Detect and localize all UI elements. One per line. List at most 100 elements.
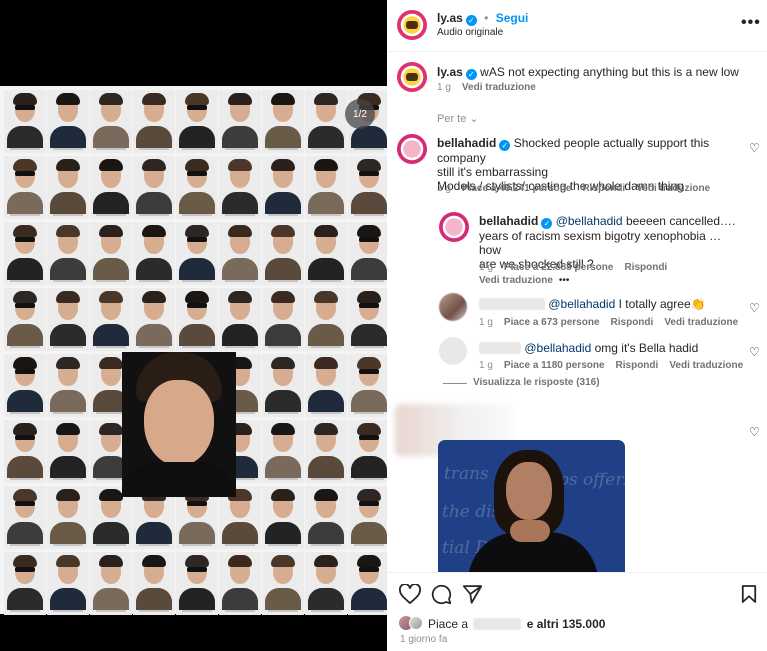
audio-label[interactable]: Audio originale	[437, 27, 503, 38]
headshot-thumbnail	[219, 156, 261, 219]
translate-button[interactable]: Vedi traduzione	[479, 275, 553, 286]
headshot-thumbnail	[47, 552, 89, 615]
view-replies-button[interactable]: Visualizza le risposte (316)	[473, 377, 600, 388]
author-avatar[interactable]	[397, 10, 427, 40]
reply-text: omg it's Bella hadid	[594, 341, 699, 355]
follow-button[interactable]: Segui	[496, 11, 529, 25]
mention-link[interactable]: @bellahadid	[524, 341, 591, 355]
image-text: trans	[444, 464, 489, 484]
headshot-thumbnail	[262, 222, 304, 285]
reply-likes[interactable]: Piace a 22.885 persone	[504, 262, 614, 273]
headshot-thumbnail	[219, 90, 261, 153]
headshot-thumbnail	[4, 552, 46, 615]
more-horizontal-icon[interactable]: •••	[741, 14, 761, 32]
post-header: ly.as ✓ • Segui Audio originale •••	[387, 0, 767, 52]
headshot-thumbnail	[305, 222, 347, 285]
redacted-username	[479, 298, 545, 310]
reply-meta: 1 g Piace a 22.885 persone Rispondi	[479, 262, 678, 273]
headshot-thumbnail	[348, 222, 387, 285]
headshot-thumbnail	[133, 222, 175, 285]
reply-likes[interactable]: Piace a 1180 persone	[504, 360, 605, 371]
carousel-counter: 1/2	[345, 99, 375, 129]
post-media[interactable]: 1/2	[0, 0, 387, 651]
comment-time: 1 g	[437, 183, 451, 194]
headshot-thumbnail	[176, 90, 218, 153]
headshot-thumbnail	[176, 552, 218, 615]
comment-avatar[interactable]	[397, 134, 427, 164]
verified-icon: ✓	[465, 15, 477, 26]
headshot-thumbnail	[4, 222, 46, 285]
reply-time: 1 g	[479, 360, 493, 371]
caption-avatar[interactable]	[397, 62, 427, 92]
heart-icon[interactable]	[399, 584, 421, 604]
headshot-thumbnail	[305, 486, 347, 549]
author-username[interactable]: ly.as	[437, 11, 463, 25]
post-sidebar: ly.as ✓ • Segui Audio originale ••• ly.as…	[387, 0, 767, 651]
headshot-thumbnail	[47, 222, 89, 285]
reply-like-icon[interactable]: ♡	[749, 345, 760, 359]
headshot-thumbnail	[4, 486, 46, 549]
caption-text: wAS not expecting anything but this is a…	[480, 65, 739, 79]
headshot-thumbnail	[4, 288, 46, 351]
liker-avatar[interactable]	[409, 616, 423, 630]
reply-button[interactable]: Rispondi	[624, 262, 667, 273]
headshot-thumbnail	[133, 288, 175, 351]
comment-image[interactable]: trans ps offer. the disyl tial Debates	[438, 440, 625, 572]
more-options-icon[interactable]: •••	[559, 275, 570, 286]
post-date[interactable]: 1 giorno fa	[400, 634, 447, 645]
reply-button[interactable]: Rispondi	[611, 317, 654, 328]
mention-link[interactable]: @bellahadid	[548, 297, 615, 311]
headshot-thumbnail	[133, 90, 175, 153]
translate-button[interactable]: Vedi traduzione	[669, 360, 743, 371]
mention-link[interactable]: @bellahadid	[556, 214, 623, 228]
comment-like-icon[interactable]: ♡	[749, 425, 760, 439]
per-te-filter[interactable]: Per te ⌄	[437, 112, 490, 125]
reply-button[interactable]: Rispondi	[616, 360, 659, 371]
reply-avatar[interactable]	[439, 293, 467, 321]
reply-button[interactable]: Rispondi	[582, 183, 625, 194]
verified-icon: ✓	[499, 140, 511, 151]
reply-like-icon[interactable]: ♡	[749, 301, 760, 315]
headshot-thumbnail	[262, 486, 304, 549]
share-icon[interactable]	[462, 584, 483, 604]
caption-username[interactable]: ly.as	[437, 65, 463, 79]
caption-translate[interactable]: Vedi traduzione	[462, 82, 536, 93]
comment-like-icon[interactable]: ♡	[749, 141, 760, 155]
reply-avatar[interactable]	[439, 337, 467, 365]
reply-meta: 1 g Piace a 1180 persone Rispondi Vedi trad…	[479, 360, 754, 371]
headshot-thumbnail	[219, 552, 261, 615]
translate-button[interactable]: Vedi traduzione	[664, 317, 738, 328]
reply-username[interactable]: bellahadid	[479, 214, 538, 228]
likes-summary[interactable]: Piace a e altri 135.000	[428, 617, 605, 631]
headshot-thumbnail	[262, 552, 304, 615]
headshot-thumbnail	[90, 90, 132, 153]
redacted-username	[479, 342, 521, 354]
headshot-thumbnail	[47, 156, 89, 219]
headshot-thumbnail	[219, 288, 261, 351]
reply-avatar[interactable]	[439, 212, 469, 242]
reply-likes[interactable]: Piace a 673 persone	[504, 317, 600, 328]
headshot-thumbnail	[47, 486, 89, 549]
bookmark-icon[interactable]	[741, 584, 757, 604]
headshot-thumbnail	[4, 90, 46, 153]
headshot-thumbnail	[133, 552, 175, 615]
caption: ly.as ✓ wAS not expecting anything but th…	[437, 65, 757, 80]
headshot-thumbnail	[348, 486, 387, 549]
comment-likes[interactable]: Piace a 49.241 persone	[462, 183, 572, 194]
reply-text-line: years of racism sexism bigotry xenophobi…	[479, 229, 722, 257]
comment-username[interactable]: bellahadid	[437, 136, 496, 150]
headshot-thumbnail	[133, 156, 175, 219]
headshot-thumbnail	[90, 552, 132, 615]
comment-icon[interactable]	[431, 584, 452, 605]
reply-time: 1 g	[479, 262, 493, 273]
headshot-thumbnail	[348, 288, 387, 351]
redacted-username	[473, 618, 522, 630]
caption-meta: 1 g Vedi traduzione	[437, 82, 547, 93]
likes-count: e altri 135.000	[526, 617, 606, 631]
headshot-thumbnail	[305, 420, 347, 483]
translate-button[interactable]: Vedi traduzione	[636, 183, 710, 194]
headshot-thumbnail	[4, 354, 46, 417]
headshot-thumbnail	[305, 288, 347, 351]
headshot-thumbnail	[262, 90, 304, 153]
caption-time: 1 g	[437, 82, 451, 93]
